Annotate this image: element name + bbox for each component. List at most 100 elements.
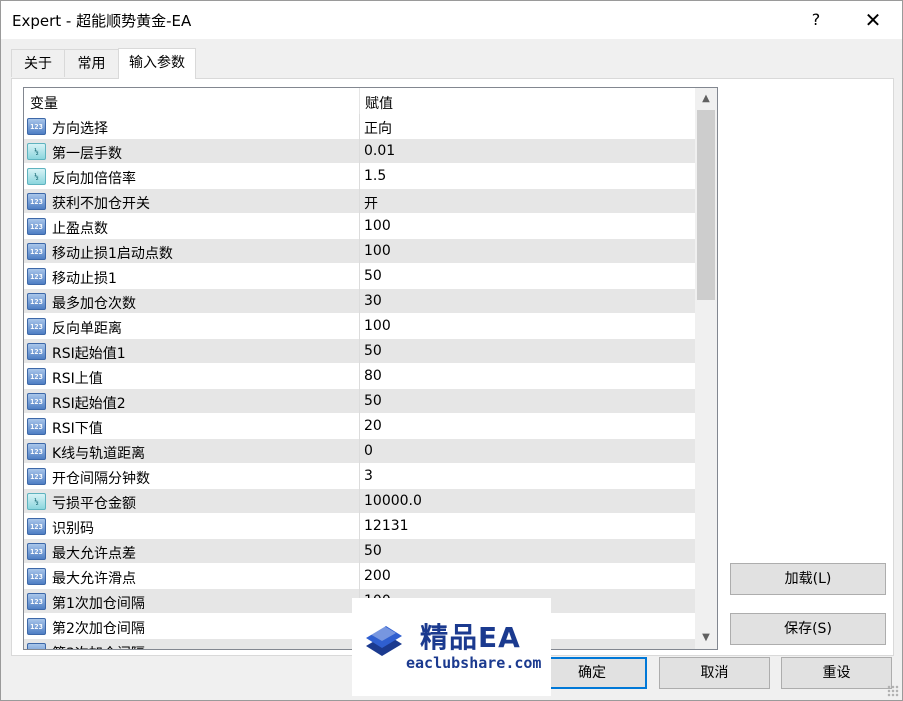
variable-value[interactable]: 10000.0 — [364, 493, 422, 509]
variable-name: RSI起始值2 — [52, 396, 126, 412]
table-row[interactable]: ½ 亏损平仓金额 10000.0 — [24, 489, 695, 514]
variable-name: RSI下值 — [52, 421, 103, 437]
resize-grip-icon[interactable] — [887, 685, 899, 697]
variable-value[interactable]: 20 — [364, 418, 382, 434]
close-button[interactable]: ✕ — [853, 7, 893, 33]
table-row[interactable]: 123 识别码 12131 — [24, 514, 695, 539]
cell-divider — [359, 464, 360, 489]
scroll-down-arrow-icon[interactable]: ▼ — [695, 628, 717, 648]
table-row[interactable]: 123 最多加仓次数 30 — [24, 289, 695, 314]
table-row[interactable]: 123 获利不加仓开关 开 — [24, 189, 695, 214]
variable-name: 移动止损1 — [52, 271, 117, 287]
grid-rows: 123 方向选择 正向 ½ 第一层手数 0.01 ½ 反向加倍倍率 1.5 123 获利不加仓开关开… — [24, 114, 695, 649]
integer-type-icon: 123 — [27, 368, 46, 385]
integer-type-icon: 123 — [27, 193, 46, 210]
tab-about[interactable]: 关于 — [11, 49, 65, 77]
table-row[interactable]: 123 最大允许滑点 200 — [24, 564, 695, 589]
column-header-value[interactable]: 赋值 — [365, 93, 393, 113]
table-row[interactable]: 123 RSI起始值2 50 — [24, 389, 695, 414]
cell-divider — [359, 389, 360, 414]
scroll-thumb[interactable] — [697, 110, 715, 300]
cell-divider — [359, 539, 360, 564]
integer-type-icon: 123 — [27, 268, 46, 285]
variable-value[interactable]: 1.5 — [364, 168, 386, 184]
cell-divider — [359, 439, 360, 464]
title-bar[interactable]: Expert - 超能顺势黄金-EA ? ✕ — [1, 1, 902, 39]
integer-type-icon: 123 — [27, 593, 46, 610]
cell-divider — [359, 489, 360, 514]
variable-name: 移动止损1启动点数 — [52, 246, 173, 262]
variable-value[interactable]: 200 — [364, 568, 391, 584]
variable-name: 获利不加仓开关 — [52, 196, 150, 212]
watermark-site: eaclubshare.com — [406, 654, 542, 672]
variable-name: 第3次加仓间隔 — [52, 643, 145, 649]
table-row[interactable]: 123 RSI下值 20 — [24, 414, 695, 439]
tab-inputs[interactable]: 输入参数 — [118, 48, 196, 79]
variable-name: 最大允许点差 — [52, 546, 136, 562]
variable-value[interactable]: 12131 — [364, 518, 409, 534]
variable-name: 亏损平仓金额 — [52, 496, 136, 512]
double-type-icon: ½ — [27, 493, 46, 510]
save-button[interactable]: 保存(S) — [730, 613, 886, 645]
column-header-variable[interactable]: 变量 — [30, 93, 58, 113]
cancel-button[interactable]: 取消 — [659, 657, 770, 689]
cell-divider — [359, 239, 360, 264]
vertical-scrollbar[interactable]: ▲ ▼ — [695, 88, 717, 649]
table-row[interactable]: 123 K线与轨道距离 0 — [24, 439, 695, 464]
variable-name: 识别码 — [52, 521, 94, 537]
integer-type-icon: 123 — [27, 618, 46, 635]
cell-divider — [359, 139, 360, 164]
cell-divider — [359, 314, 360, 339]
variable-value[interactable]: 开 — [364, 193, 378, 213]
scroll-up-arrow-icon[interactable]: ▲ — [695, 89, 717, 109]
variable-value[interactable]: 3 — [364, 468, 373, 484]
cell-divider — [359, 414, 360, 439]
variable-name: 开仓间隔分钟数 — [52, 471, 150, 487]
variable-value[interactable]: 100 — [364, 243, 391, 259]
variable-value[interactable]: 50 — [364, 268, 382, 284]
variable-value[interactable]: 80 — [364, 368, 382, 384]
table-row[interactable]: 123 RSI上值 80 — [24, 364, 695, 389]
variable-value[interactable]: 0.01 — [364, 143, 395, 159]
table-row[interactable]: 123 止盈点数 100 — [24, 214, 695, 239]
grid-header: 变量 赋值 — [24, 88, 695, 114]
table-row[interactable]: 123 移动止损1启动点数 100 — [24, 239, 695, 264]
double-type-icon: ½ — [27, 168, 46, 185]
integer-type-icon: 123 — [27, 518, 46, 535]
variable-value[interactable]: 50 — [364, 393, 382, 409]
table-row[interactable]: 123 最大允许点差 50 — [24, 539, 695, 564]
integer-type-icon: 123 — [27, 543, 46, 560]
table-row[interactable]: 123 RSI起始值1 50 — [24, 339, 695, 364]
cell-divider — [359, 114, 360, 139]
ok-button[interactable]: 确定 — [537, 657, 647, 689]
table-row[interactable]: ½ 第一层手数 0.01 — [24, 139, 695, 164]
cell-divider — [359, 564, 360, 589]
table-row[interactable]: ½ 反向加倍倍率 1.5 — [24, 164, 695, 189]
load-button[interactable]: 加载(L) — [730, 563, 886, 595]
table-row[interactable]: 123 反向单距离 100 — [24, 314, 695, 339]
integer-type-icon: 123 — [27, 343, 46, 360]
tab-common[interactable]: 常用 — [64, 49, 119, 77]
variable-value[interactable]: 100 — [364, 318, 391, 334]
variable-value[interactable]: 100 — [364, 218, 391, 234]
cell-divider — [359, 189, 360, 214]
cell-divider — [359, 339, 360, 364]
table-row[interactable]: 123 方向选择 正向 — [24, 114, 695, 139]
variable-value[interactable]: 50 — [364, 543, 382, 559]
column-divider[interactable] — [359, 88, 360, 114]
variable-name: 第2次加仓间隔 — [52, 621, 145, 637]
integer-type-icon: 123 — [27, 293, 46, 310]
variable-value[interactable]: 50 — [364, 343, 382, 359]
table-row[interactable]: 123 开仓间隔分钟数 3 — [24, 464, 695, 489]
variable-value[interactable]: 0 — [364, 443, 373, 459]
variable-name: 最大允许滑点 — [52, 571, 136, 587]
integer-type-icon: 123 — [27, 318, 46, 335]
help-button[interactable]: ? — [801, 7, 831, 33]
integer-type-icon: 123 — [27, 643, 46, 649]
variable-value[interactable]: 正向 — [364, 118, 392, 138]
variable-value[interactable]: 30 — [364, 293, 382, 309]
reset-button[interactable]: 重设 — [781, 657, 892, 689]
table-row[interactable]: 123 移动止损1 50 — [24, 264, 695, 289]
cell-divider — [359, 264, 360, 289]
watermark-overlay: 精品EA eaclubshare.com — [352, 598, 551, 696]
